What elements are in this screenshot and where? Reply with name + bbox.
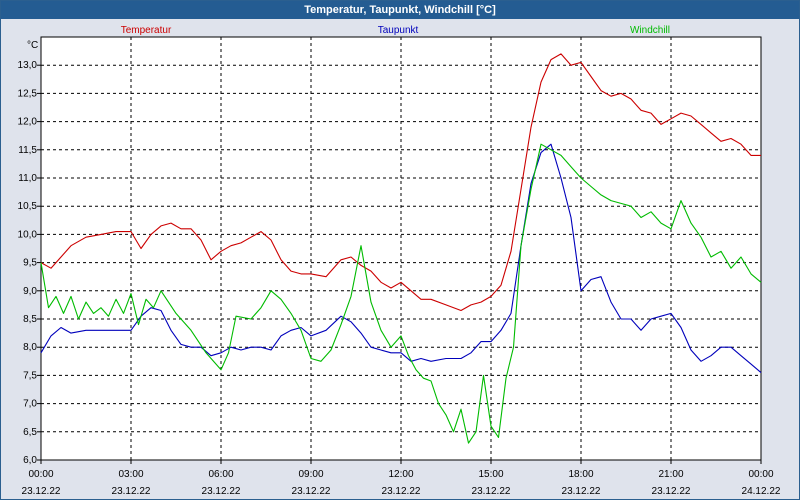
x-tick-date-label: 23.12.22 (382, 486, 421, 497)
y-tick-label: 13,0 (18, 60, 38, 71)
x-tick-date-label: 24.12.22 (742, 486, 781, 497)
y-tick-label: 7,5 (23, 370, 37, 381)
legend: Temperatur Taupunkt Windchill (121, 25, 670, 36)
y-tick-label: 11,0 (18, 173, 37, 184)
y-tick-label: 12,0 (18, 117, 38, 128)
y-tick-label: 11,5 (18, 145, 37, 156)
window-title: Temperatur, Taupunkt, Windchill [°C] (1, 1, 799, 19)
legend-entry-temperatur: Temperatur (121, 25, 172, 36)
legend-entry-taupunkt: Taupunkt (378, 25, 419, 36)
chart-window: Temperatur, Taupunkt, Windchill [°C] 6,0… (0, 0, 800, 500)
y-axis-unit: °C (27, 40, 38, 51)
y-tick-label: 7,0 (23, 399, 37, 410)
legend-entry-windchill: Windchill (630, 25, 670, 36)
x-tick-time-label: 18:00 (568, 469, 593, 480)
chart-canvas: 6,0 6,5 7,0 7,5 8,0 8,5 9,0 9,5 10,0 10,5 11,0 11,5… (18, 25, 781, 497)
x-tick-date-label: 23.12.22 (22, 486, 61, 497)
x-tick-time-label: 15:00 (478, 469, 503, 480)
y-tick-label: 6,0 (23, 455, 37, 466)
x-tick-date-label: 23.12.22 (472, 486, 511, 497)
y-tick-label: 8,5 (23, 314, 37, 325)
y-tick-label: 9,0 (23, 286, 37, 297)
y-tick-label: 10,0 (18, 229, 38, 240)
x-tick-date-label: 23.12.22 (652, 486, 691, 497)
x-tick-date-label: 23.12.22 (292, 486, 331, 497)
x-tick-time-label: 00:00 (748, 469, 773, 480)
x-tick-time-label: 09:00 (298, 469, 323, 480)
y-tick-label: 10,5 (18, 201, 38, 212)
y-tick-label: 6,5 (23, 427, 37, 438)
x-tick-time-label: 00:00 (28, 469, 53, 480)
x-tick-time-label: 21:00 (658, 469, 683, 480)
y-tick-label: 9,5 (23, 258, 37, 269)
x-tick-date-label: 23.12.22 (202, 486, 241, 497)
x-tick-time-label: 06:00 (208, 469, 233, 480)
x-tick-date-label: 23.12.22 (562, 486, 601, 497)
y-tick-label: 12,5 (18, 88, 38, 99)
x-tick-time-label: 03:00 (118, 469, 143, 480)
y-tick-label: 8,0 (23, 342, 37, 353)
x-tick-date-label: 23.12.22 (112, 486, 151, 497)
x-tick-time-label: 12:00 (388, 469, 413, 480)
